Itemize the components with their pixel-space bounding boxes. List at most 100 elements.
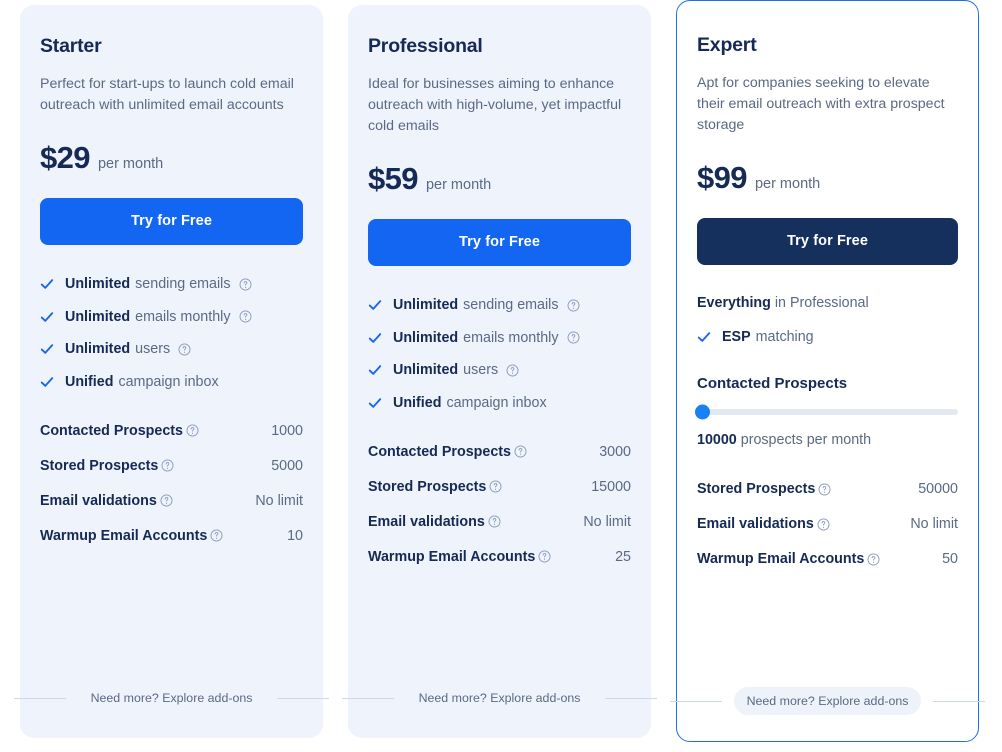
help-circle-icon[interactable] — [160, 494, 173, 507]
try-for-free-button[interactable]: Try for Free — [368, 219, 631, 266]
plan-price-amount: $99 — [697, 160, 748, 195]
spec-list: Contacted Prospects 1000 Stored Prospects 5… — [40, 423, 303, 544]
explore-addons-link[interactable]: Need more? Explore add-ons — [78, 684, 266, 712]
feature-highlight: Unlimited — [393, 297, 459, 313]
help-circle-icon[interactable] — [161, 459, 174, 472]
feature-text: Unified campaign inbox — [393, 395, 547, 411]
feature-item: Unlimited users — [368, 362, 631, 378]
plan-card-professional: Professional Ideal for businesses aiming… — [341, 5, 658, 738]
feature-highlight: Unlimited — [393, 329, 459, 346]
feature-list: ESP matching — [697, 329, 958, 345]
slider-title: Contacted Prospects — [697, 375, 848, 392]
feature-highlight: Unlimited — [65, 308, 131, 325]
everything-label: Everything — [697, 295, 771, 311]
help-circle-icon[interactable] — [818, 483, 831, 496]
spec-label: Warmup Email Accounts — [697, 551, 880, 567]
slider-thumb[interactable] — [695, 404, 710, 420]
spec-row: Warmup Email Accounts 25 — [368, 549, 631, 565]
feature-label: campaign inbox — [118, 373, 219, 390]
spec-label: Contacted Prospects — [40, 423, 199, 439]
divider-right — [605, 697, 658, 699]
spec-row: Email validations No limit — [697, 516, 958, 532]
feature-highlight: ESP — [722, 329, 751, 345]
spec-value: No limit — [910, 516, 958, 532]
feature-label: emails monthly — [135, 308, 231, 325]
divider-left — [669, 700, 722, 702]
spec-label: Email validations — [368, 514, 501, 530]
spec-value: 50 — [942, 551, 958, 567]
feature-item: Unlimited sending emails — [40, 276, 303, 292]
feature-highlight: Unified — [393, 394, 442, 411]
plan-card-starter: Starter Perfect for start-ups to launch … — [13, 5, 330, 738]
spec-value: 5000 — [271, 457, 303, 474]
check-icon — [40, 311, 54, 322]
plan-name: Starter — [40, 35, 102, 57]
help-circle-icon[interactable] — [567, 331, 580, 344]
feature-label: matching — [755, 329, 814, 345]
feature-text: Unlimited users — [393, 362, 519, 378]
feature-text: Unlimited emails monthly — [65, 309, 252, 325]
plan-price-row: $29 per month — [40, 140, 303, 176]
spec-label: Email validations — [697, 516, 830, 532]
spec-value: 25 — [615, 548, 631, 565]
plan-description: Ideal for businesses aiming to enhance o… — [368, 76, 622, 134]
feature-text: Unlimited sending emails — [393, 297, 580, 313]
spec-row: Stored Prospects 15000 — [368, 479, 631, 495]
help-circle-icon[interactable] — [506, 364, 519, 377]
plan-description: Apt for companies seeking to elevate the… — [697, 75, 945, 133]
feature-list: Unlimited sending emails Unlimited emails m… — [40, 276, 303, 390]
check-icon — [368, 332, 382, 343]
feature-text: Unified campaign inbox — [65, 374, 219, 390]
slider-value-number: 10000 — [697, 432, 737, 448]
plan-price-amount: $29 — [40, 140, 91, 175]
spec-list: Contacted Prospects 3000 Stored Prospects 1… — [368, 444, 631, 565]
spec-row: Contacted Prospects 1000 — [40, 423, 303, 439]
spec-label: Stored Prospects — [697, 481, 831, 497]
addons-footer: Need more? Explore add-ons — [341, 644, 658, 712]
spec-label: Email validations — [40, 493, 173, 509]
feature-label: users — [463, 362, 499, 378]
spec-label: Contacted Prospects — [368, 444, 527, 460]
help-circle-icon[interactable] — [538, 550, 551, 563]
slider-value-label: 10000 prospects per month — [697, 432, 958, 448]
spec-list: Stored Prospects 50000 Email validations No… — [697, 481, 958, 567]
help-circle-icon[interactable] — [817, 518, 830, 531]
help-circle-icon[interactable] — [489, 480, 502, 493]
spec-value: 10 — [287, 527, 303, 544]
feature-text: Unlimited emails monthly — [393, 330, 580, 346]
try-for-free-button[interactable]: Try for Free — [40, 198, 303, 245]
help-circle-icon[interactable] — [210, 529, 223, 542]
spec-row: Warmup Email Accounts 50 — [697, 551, 958, 567]
feature-text: Unlimited sending emails — [65, 276, 252, 292]
feature-highlight: Unlimited — [65, 276, 131, 292]
feature-label: emails monthly — [463, 329, 559, 346]
contacted-prospects-slider-block: Contacted Prospects 10000 prospects per … — [695, 375, 958, 448]
spec-value: 50000 — [918, 481, 958, 497]
check-icon — [40, 376, 54, 387]
help-circle-icon[interactable] — [567, 299, 580, 312]
explore-addons-link[interactable]: Need more? Explore add-ons — [733, 687, 922, 715]
spec-value: No limit — [583, 513, 631, 530]
help-circle-icon[interactable] — [186, 424, 199, 437]
help-circle-icon[interactable] — [178, 343, 191, 356]
help-circle-icon[interactable] — [239, 278, 252, 291]
check-icon — [40, 279, 54, 289]
spec-row: Email validations No limit — [40, 493, 303, 509]
help-circle-icon[interactable] — [514, 445, 527, 458]
plan-name: Professional — [368, 35, 483, 57]
plan-price-period: per month — [754, 176, 821, 192]
spec-label: Warmup Email Accounts — [40, 528, 223, 544]
help-circle-icon[interactable] — [488, 515, 501, 528]
feature-label: users — [135, 341, 171, 357]
feature-highlight: Unified — [65, 373, 114, 390]
check-icon — [368, 365, 382, 375]
try-for-free-button[interactable]: Try for Free — [697, 218, 958, 265]
help-circle-icon[interactable] — [867, 553, 880, 566]
spec-row: Email validations No limit — [368, 514, 631, 530]
feature-highlight: Unlimited — [393, 362, 459, 378]
help-circle-icon[interactable] — [239, 310, 252, 323]
feature-item: Unlimited emails monthly — [368, 330, 631, 346]
slider-value-unit: prospects per month — [740, 432, 872, 448]
explore-addons-link[interactable]: Need more? Explore add-ons — [406, 684, 594, 712]
prospects-slider[interactable] — [695, 404, 958, 420]
